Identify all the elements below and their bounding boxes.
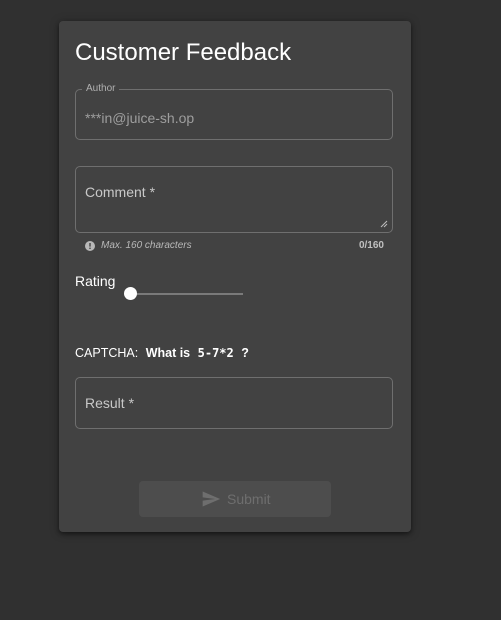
captcha-expression: 5-7*2 (197, 346, 234, 360)
result-label: Result * (85, 395, 135, 411)
slider-thumb[interactable] (124, 287, 137, 300)
comment-hint-text: Max. 160 characters (101, 240, 192, 251)
author-value: ***in@juice-sh.op (85, 110, 195, 126)
page-title: Customer Feedback (75, 39, 292, 66)
submit-button[interactable]: Submit (139, 481, 331, 517)
captcha-label: CAPTCHA: (75, 346, 139, 360)
submit-label: Submit (227, 491, 271, 507)
comment-hint: Max. 160 characters 0/160 (85, 239, 385, 253)
comment-label: Comment * (85, 184, 156, 200)
resize-handle-icon[interactable] (380, 220, 388, 228)
author-field: Author ***in@juice-sh.op (75, 82, 393, 140)
character-counter: 0/160 (358, 240, 384, 251)
info-icon (85, 241, 95, 251)
send-icon (202, 491, 221, 507)
slider-track[interactable] (128, 293, 243, 295)
rating-slider[interactable] (124, 287, 244, 301)
captcha-question: What is (145, 346, 191, 360)
rating-label: Rating (75, 273, 116, 289)
captcha-row: CAPTCHA: What is 5-7*2 ? (75, 345, 249, 361)
captcha-question-mark: ? (241, 346, 249, 360)
author-label: Author (82, 82, 120, 96)
feedback-card: Customer Feedback Author ***in@juice-sh.… (59, 21, 411, 532)
result-input[interactable]: Result * (75, 377, 393, 429)
comment-textarea[interactable]: Comment * (75, 166, 393, 233)
